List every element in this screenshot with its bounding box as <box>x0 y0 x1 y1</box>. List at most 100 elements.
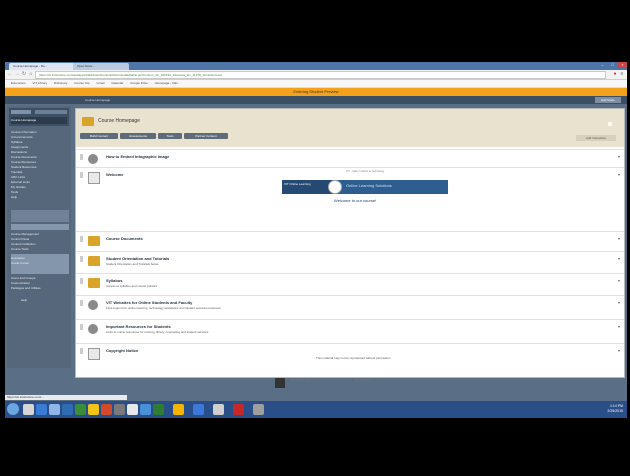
course-menu-item[interactable]: Course Resources <box>11 160 69 164</box>
item-title[interactable]: How to Embed Infographic Image <box>106 154 169 159</box>
taskbar-app-icon[interactable] <box>88 404 99 415</box>
url-input[interactable]: https://vit.instructure.com/webapps/blac… <box>35 71 606 79</box>
add-interactive-button[interactable]: Add Interactive <box>576 135 616 141</box>
course-menu-item[interactable]: Help <box>11 195 69 199</box>
bookmark[interactable]: Calendar <box>111 81 123 85</box>
item-options-icon[interactable]: ▾ <box>618 348 620 353</box>
course-menu-item[interactable]: ARC Links <box>11 175 69 179</box>
item-options-icon[interactable]: ▾ <box>618 154 620 159</box>
course-management-selected[interactable] <box>11 224 69 230</box>
content-item[interactable]: Course Documents ▾ <box>76 231 624 250</box>
drag-handle[interactable] <box>80 324 83 330</box>
course-menu-item[interactable]: Course Information <box>11 130 69 134</box>
management-item[interactable]: Content Collection <box>11 242 69 246</box>
taskbar-app-icon[interactable] <box>101 404 112 415</box>
bookmark[interactable]: Course Grp <box>74 81 90 85</box>
bookmark[interactable]: Google Drive <box>130 81 148 85</box>
item-options-icon[interactable]: ▾ <box>618 236 620 241</box>
drag-handle[interactable] <box>80 256 83 262</box>
item-title[interactable]: Syllabus <box>106 278 122 283</box>
management-item[interactable]: Customization <box>11 281 69 285</box>
taskbar-app-icon[interactable] <box>75 404 86 415</box>
course-menu-title[interactable]: Course Homepage <box>11 117 67 124</box>
student-preview-banner[interactable]: Entering Student Preview <box>5 88 627 96</box>
bookmark[interactable]: Extensions <box>11 81 26 85</box>
taskbar-app-icon[interactable] <box>193 404 204 415</box>
item-title[interactable]: VIT Websites for Online Students and Fac… <box>106 300 192 305</box>
item-options-icon[interactable]: ▾ <box>618 256 620 261</box>
breadcrumb[interactable]: Course Homepage <box>85 98 110 102</box>
taskbar-app-icon[interactable] <box>153 404 164 415</box>
management-item[interactable]: Users and Groups <box>11 276 69 280</box>
drag-handle[interactable] <box>80 348 83 354</box>
bookmark[interactable]: Dictionary <box>54 81 67 85</box>
browser-tab-active[interactable]: Course Homepage - Re... <box>9 63 75 70</box>
minimize-icon[interactable]: – <box>598 62 607 68</box>
tools-button[interactable]: Tools <box>158 133 182 139</box>
content-item[interactable]: Syllabus Access to syllabus and course p… <box>76 273 624 294</box>
content-item[interactable]: Copyright Notice This material may not b… <box>76 343 624 368</box>
item-title[interactable]: Welcome <box>106 172 124 177</box>
course-menu-item[interactable]: Syllabus <box>11 140 69 144</box>
management-item[interactable]: Course Management <box>11 232 69 236</box>
drag-handle[interactable] <box>80 278 83 284</box>
back-icon[interactable]: ← <box>7 71 13 77</box>
menu-toolbar-icons[interactable] <box>35 110 67 114</box>
build-content-button[interactable]: Build Content <box>80 133 118 139</box>
course-menu-item[interactable]: External Links <box>11 180 69 184</box>
taskbar-app-icon[interactable] <box>114 404 125 415</box>
course-menu-item[interactable]: Course Documents <box>11 155 69 159</box>
taskbar-app-icon[interactable] <box>173 404 184 415</box>
partner-content-button[interactable]: Partner Content <box>184 133 228 139</box>
browser-tab[interactable]: Open Docs... <box>73 63 129 70</box>
taskbar-app-icon[interactable] <box>253 404 264 415</box>
taskbar-app-icon[interactable] <box>140 404 151 415</box>
extension-icon[interactable]: ● <box>612 71 618 77</box>
taskbar-app-icon[interactable] <box>127 404 138 415</box>
drag-handle[interactable] <box>80 236 83 242</box>
management-item[interactable]: Packages and Utilities <box>11 286 69 290</box>
content-item[interactable]: How to Embed Infographic Image ▾ <box>76 149 624 166</box>
management-item[interactable]: Grade Center <box>11 261 69 265</box>
management-item[interactable]: Course Tools <box>11 247 69 251</box>
reload-icon[interactable]: ↻ <box>21 71 27 77</box>
course-menu-item[interactable]: My Grades <box>11 185 69 189</box>
item-title[interactable]: Student Orientation and Tutorials <box>106 256 169 261</box>
start-button-icon[interactable] <box>7 403 19 415</box>
content-item[interactable]: Student Orientation and Tutorials Studen… <box>76 251 624 272</box>
system-clock[interactable]: 1:14 PM 2/25/2015 <box>607 404 623 414</box>
drag-handle[interactable] <box>80 154 83 160</box>
taskbar-app-icon[interactable] <box>233 404 244 415</box>
menu-add-button[interactable] <box>11 110 31 114</box>
footer-text[interactable]: Privacy Terms <box>355 379 371 382</box>
course-menu-item[interactable]: Tools <box>11 190 69 194</box>
taskbar-app-icon[interactable] <box>213 404 224 415</box>
taskbar-app-icon[interactable] <box>49 404 60 415</box>
edit-mode-button[interactable]: Edit Mode <box>595 97 621 103</box>
bookmark[interactable]: Gmail <box>97 81 105 85</box>
course-menu-item[interactable]: Announcements <box>11 135 69 139</box>
assessments-button[interactable]: Assessments <box>120 133 156 139</box>
home-icon[interactable]: ⌂ <box>28 71 34 77</box>
taskbar-app-icon[interactable] <box>23 404 34 415</box>
bookmark[interactable]: VIT Library <box>33 81 48 85</box>
taskbar-app-icon[interactable] <box>36 404 47 415</box>
close-icon[interactable]: × <box>618 62 627 68</box>
item-options-icon[interactable]: ▾ <box>618 300 620 305</box>
management-item[interactable]: Help <box>21 298 79 302</box>
drag-handle[interactable] <box>80 172 83 178</box>
item-title[interactable]: Important Resources for Students <box>106 324 171 329</box>
menu-icon[interactable]: ≡ <box>619 71 625 77</box>
maximize-icon[interactable]: □ <box>608 62 617 68</box>
item-title[interactable]: Course Documents <box>106 236 143 241</box>
course-menu-item[interactable]: Discussions <box>11 150 69 154</box>
forward-icon[interactable]: → <box>14 71 20 77</box>
course-menu-item[interactable]: Student Resources <box>11 165 69 169</box>
bookmark[interactable]: Homepage - Vitis... <box>155 81 180 85</box>
course-menu-item[interactable]: Assignments <box>11 145 69 149</box>
management-item[interactable]: Control Panel <box>11 237 69 241</box>
taskbar-app-icon[interactable] <box>62 404 73 415</box>
item-options-icon[interactable]: ▾ <box>618 172 620 177</box>
item-title[interactable]: Copyright Notice <box>106 348 138 353</box>
content-item[interactable]: VIT Websites for Online Students and Fac… <box>76 295 624 318</box>
